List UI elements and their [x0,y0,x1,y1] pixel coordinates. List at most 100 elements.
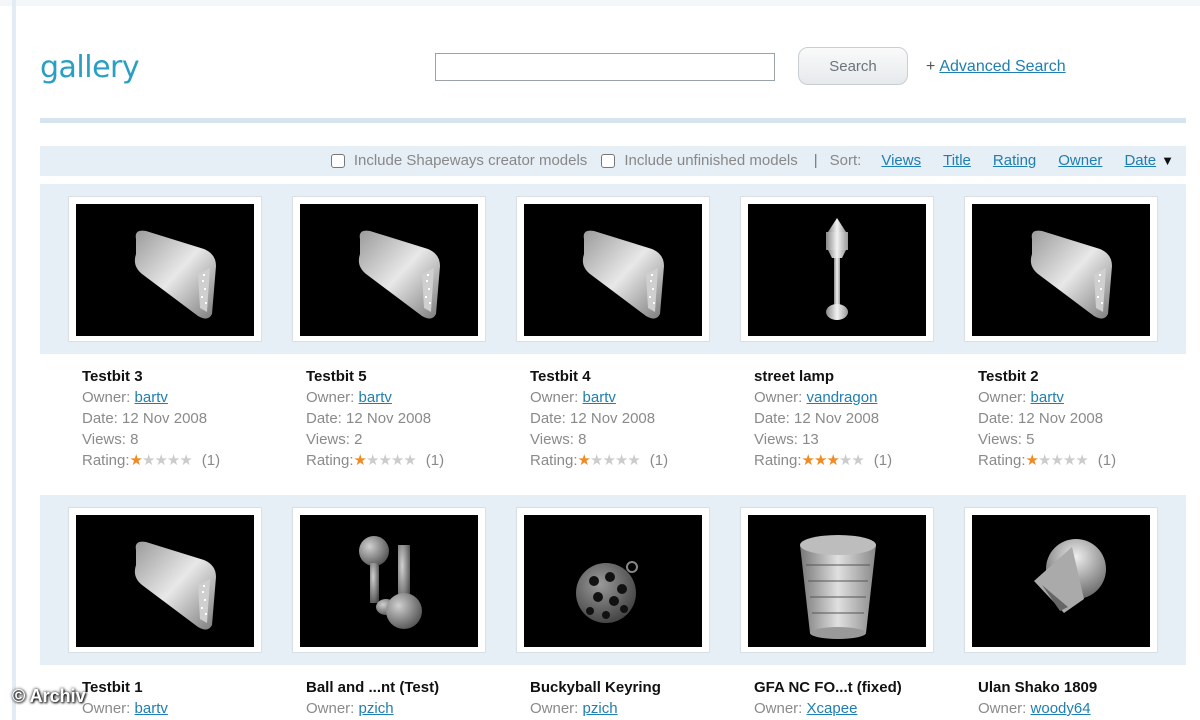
rating-count: (1) [425,452,445,469]
star-icon[interactable]: ★ [627,452,640,469]
star-icon[interactable]: ★ [391,452,404,469]
views-value: 8 [130,431,139,448]
date-label: Date: [306,410,342,427]
card-title: street lamp [754,368,835,385]
star-icon[interactable]: ★ [602,452,615,469]
owner-line: Owner: vandragon [754,387,892,408]
rating-stars[interactable]: ★★★★★ [354,452,417,469]
thumbnail-frame[interactable] [516,507,710,653]
include-creator-checkbox[interactable] [330,153,345,168]
card-info: GFA NC FO...t (fixed) Owner: Xcapee [754,677,902,719]
owner-link[interactable]: bartv [359,389,392,406]
owner-label: Owner: [530,700,579,717]
buckyball-icon[interactable] [524,515,702,647]
owner-link[interactable]: bartv [135,389,168,406]
star-icon[interactable]: ★ [130,452,143,469]
star-icon[interactable]: ★ [826,452,839,469]
owner-link[interactable]: vandragon [807,389,878,406]
plate-icon[interactable] [300,204,478,336]
star-icon[interactable]: ★ [403,452,416,469]
date-label: Date: [530,410,566,427]
rating-stars[interactable]: ★★★★★ [130,452,193,469]
search-input[interactable] [435,53,775,81]
owner-label: Owner: [978,700,1027,717]
date-line: Date: 12 Nov 2008 [530,408,668,429]
thumbnail-frame[interactable] [740,196,934,342]
date-value: 12 Nov 2008 [122,410,208,427]
rating-stars[interactable]: ★★★★★ [802,452,865,469]
star-icon[interactable]: ★ [378,452,391,469]
star-icon[interactable]: ★ [179,452,192,469]
rating-count: (1) [873,452,893,469]
owner-link[interactable]: pzich [583,700,618,717]
star-icon[interactable]: ★ [1038,452,1051,469]
include-unfinished-filter[interactable]: Include unfinished models [601,152,798,169]
views-value: 13 [802,431,819,448]
rating-stars[interactable]: ★★★★★ [1026,452,1089,469]
star-icon[interactable]: ★ [154,452,167,469]
thumbnail-frame[interactable] [68,507,262,653]
owner-link[interactable]: bartv [135,700,168,717]
star-icon[interactable]: ★ [1075,452,1088,469]
sort-date-link[interactable]: Date [1124,152,1156,169]
owner-link[interactable]: woody64 [1031,700,1091,717]
card-info: Testbit 4 Owner: bartv Date: 12 Nov 2008 Vi… [530,366,668,471]
star-icon[interactable]: ★ [1050,452,1063,469]
star-icon[interactable]: ★ [142,452,155,469]
sort-rating-link[interactable]: Rating [993,152,1036,169]
sort-owner-link[interactable]: Owner [1058,152,1102,169]
views-label: Views: [530,431,574,448]
include-creator-filter[interactable]: Include Shapeways creator models [330,152,587,169]
left-rule [12,0,16,720]
date-line: Date: 12 Nov 2008 [82,408,220,429]
sort-views-link[interactable]: Views [881,152,921,169]
star-icon[interactable]: ★ [578,452,591,469]
star-icon[interactable]: ★ [851,452,864,469]
owner-line: Owner: woody64 [978,698,1097,719]
rating-line: Rating:★★★★★ (1) [82,450,220,471]
owner-link[interactable]: Xcapee [807,700,858,717]
card-info: street lamp Owner: vandragon Date: 12 Nov … [754,366,892,471]
ball-icon[interactable] [300,515,478,647]
star-icon[interactable]: ★ [814,452,827,469]
thumbnail-frame[interactable] [964,196,1158,342]
star-icon[interactable]: ★ [354,452,367,469]
owner-link[interactable]: pzich [359,700,394,717]
sort-title-link[interactable]: Title [943,152,971,169]
owner-label: Owner: [82,389,131,406]
owner-link[interactable]: bartv [1031,389,1064,406]
shako-icon[interactable] [972,515,1150,647]
views-line: Views: 2 [306,429,444,450]
star-icon[interactable]: ★ [590,452,603,469]
card-info: Testbit 2 Owner: bartv Date: 12 Nov 2008 Vi… [978,366,1116,471]
plate-icon[interactable] [524,204,702,336]
cylinder-icon[interactable] [748,515,926,647]
star-icon[interactable]: ★ [1026,452,1039,469]
include-unfinished-checkbox[interactable] [601,153,616,168]
plate-icon[interactable] [76,204,254,336]
views-label: Views: [306,431,350,448]
views-label: Views: [978,431,1022,448]
date-label: Date: [82,410,118,427]
thumbnail-frame[interactable] [516,196,710,342]
thumbnail-frame[interactable] [292,196,486,342]
plate-icon[interactable] [972,204,1150,336]
lamp-icon[interactable] [748,204,926,336]
star-icon[interactable]: ★ [366,452,379,469]
owner-link[interactable]: bartv [583,389,616,406]
thumbnail-frame[interactable] [740,507,934,653]
thumbnail-frame[interactable] [964,507,1158,653]
star-icon[interactable]: ★ [167,452,180,469]
advanced-search-link[interactable]: Advanced Search [939,58,1065,75]
search-button[interactable]: Search [798,47,908,85]
sort-direction-icon[interactable]: ▼ [1161,153,1174,168]
thumbnail-frame[interactable] [292,507,486,653]
card-info: Ulan Shako 1809 Owner: woody64 [978,677,1097,719]
star-icon[interactable]: ★ [615,452,628,469]
star-icon[interactable]: ★ [839,452,852,469]
rating-stars[interactable]: ★★★★★ [578,452,641,469]
star-icon[interactable]: ★ [1063,452,1076,469]
thumbnail-frame[interactable] [68,196,262,342]
plate-icon[interactable] [76,515,254,647]
star-icon[interactable]: ★ [802,452,815,469]
